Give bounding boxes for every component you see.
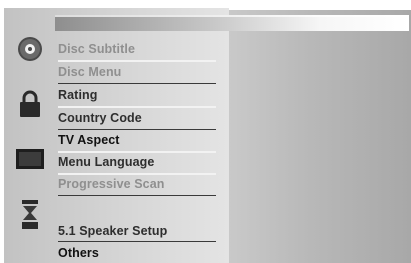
section-divider: [58, 83, 216, 84]
header-highlight-bar: [55, 15, 409, 31]
section-divider: [58, 195, 216, 196]
audio-section-icon-cell[interactable]: [4, 198, 55, 232]
menu-item-others[interactable]: Others: [58, 245, 99, 261]
menu-item-disc-menu[interactable]: Disc Menu: [58, 64, 121, 80]
section-divider: [58, 241, 216, 242]
dvd-setup-screen: Disc Subtitle Disc Menu Rating Country C…: [0, 0, 411, 263]
header-bar-shine: [55, 15, 409, 17]
disc-icon: [17, 37, 42, 61]
menu-item-tv-aspect[interactable]: TV Aspect: [58, 132, 120, 148]
display-section-icon-cell[interactable]: [4, 146, 55, 172]
menu-item-disc-subtitle[interactable]: Disc Subtitle: [58, 41, 135, 57]
menu-item-progressive-scan[interactable]: Progressive Scan: [58, 176, 165, 192]
section-divider: [58, 129, 216, 130]
divider: [58, 173, 216, 175]
lock-section-icon-cell[interactable]: [4, 89, 55, 119]
menu-item-country-code[interactable]: Country Code: [58, 110, 142, 126]
display-icon: [15, 149, 44, 169]
disc-section-icon-cell[interactable]: [4, 36, 55, 62]
divider: [58, 106, 216, 108]
divider: [58, 60, 216, 62]
divider: [58, 151, 216, 153]
speaker-icon: [21, 200, 38, 229]
menu-item-speaker-setup[interactable]: 5.1 Speaker Setup: [58, 223, 167, 239]
options-panel: [229, 10, 411, 263]
menu-item-rating[interactable]: Rating: [58, 87, 98, 103]
menu-item-menu-language[interactable]: Menu Language: [58, 154, 154, 170]
lock-icon: [19, 90, 40, 117]
